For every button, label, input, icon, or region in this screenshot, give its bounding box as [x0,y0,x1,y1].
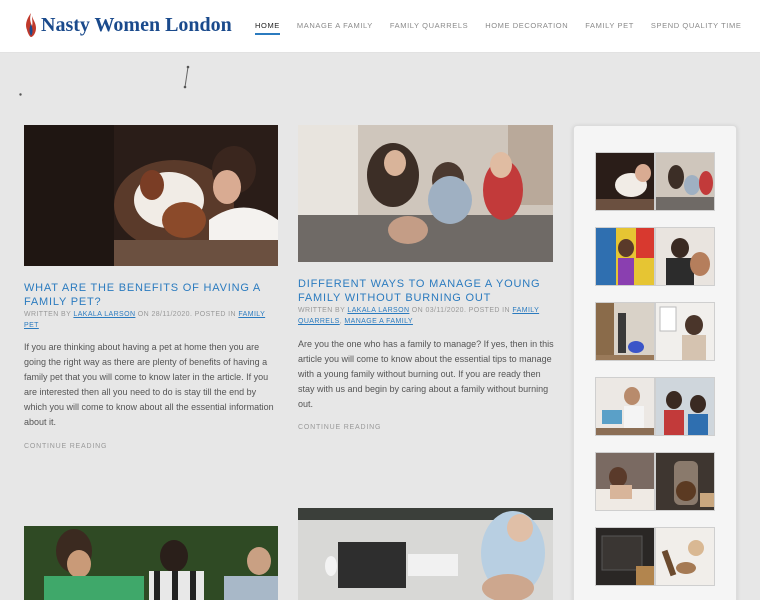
meta-on: on [137,311,150,318]
post-image-quarrel[interactable] [24,526,278,600]
gallery-thumb[interactable] [595,452,655,511]
nav-item-home[interactable]: Home [255,21,280,35]
post-excerpt: If you are thinking about having a pet a… [24,342,274,427]
site-header: Nasty Women London Home Manage A Family … [0,0,760,53]
decorative-line [183,65,190,89]
category-link[interactable]: Manage A Family [344,318,413,325]
continue-reading-link[interactable]: Continue Reading [298,424,381,431]
gallery-thumb[interactable] [655,302,715,361]
gallery-thumb[interactable] [655,527,715,586]
gallery-thumb[interactable] [655,452,715,511]
author-link[interactable]: Lakala Larson [73,311,135,318]
post-meta: Written by Lakala Larson on 03/11/2020. … [298,307,540,325]
nav-item-spend-quality-time[interactable]: Spend Quality Time [651,21,742,35]
post-excerpt: Are you the one who has a family to mana… [298,339,554,409]
author-link[interactable]: Lakala Larson [347,307,409,314]
continue-reading-link[interactable]: Continue Reading [24,443,107,450]
post-title[interactable]: What Are The Benefits Of Having A Family… [24,281,264,309]
sidebar-gallery [573,125,737,600]
post-date: 28/11/2020 [151,311,190,318]
gallery-thumb[interactable] [595,527,655,586]
meta-posted-in: . Posted in [189,311,236,318]
gallery-thumb[interactable] [655,152,715,211]
meta-written-by: Written by [298,307,346,314]
post-meta: Written by Lakala Larson on 28/11/2020. … [24,309,274,331]
post-image-young-family[interactable] [298,125,553,262]
post-title[interactable]: Different Ways To Manage A Young Family … [298,277,548,305]
meta-on: on [411,307,424,314]
nav-item-home-decoration[interactable]: Home Decoration [485,21,568,35]
flame-logo-icon [26,13,36,37]
gallery-thumb[interactable] [595,152,655,211]
meta-posted-in: . Posted in [463,307,510,314]
gallery-thumb[interactable] [595,227,655,286]
nav-item-family-quarrels[interactable]: Family Quarrels [390,21,468,35]
gallery-thumb[interactable] [655,377,715,436]
meta-written-by: Written by [24,311,72,318]
main-nav: Home Manage A Family Family Quarrels Hom… [255,21,758,35]
post-image-laptop-baby[interactable] [298,508,553,600]
site-logo[interactable]: Nasty Women London [24,12,232,38]
gallery-thumb[interactable] [595,377,655,436]
site-title: Nasty Women London [41,13,232,36]
nav-item-manage-a-family[interactable]: Manage A Family [297,21,373,35]
gallery-thumb[interactable] [595,302,655,361]
post-image-family-pet[interactable] [24,125,278,266]
decorative-dot [19,93,22,96]
post-date: 03/11/2020 [425,307,464,314]
nav-item-family-pet[interactable]: Family Pet [585,21,634,35]
gallery-thumb[interactable] [655,227,715,286]
